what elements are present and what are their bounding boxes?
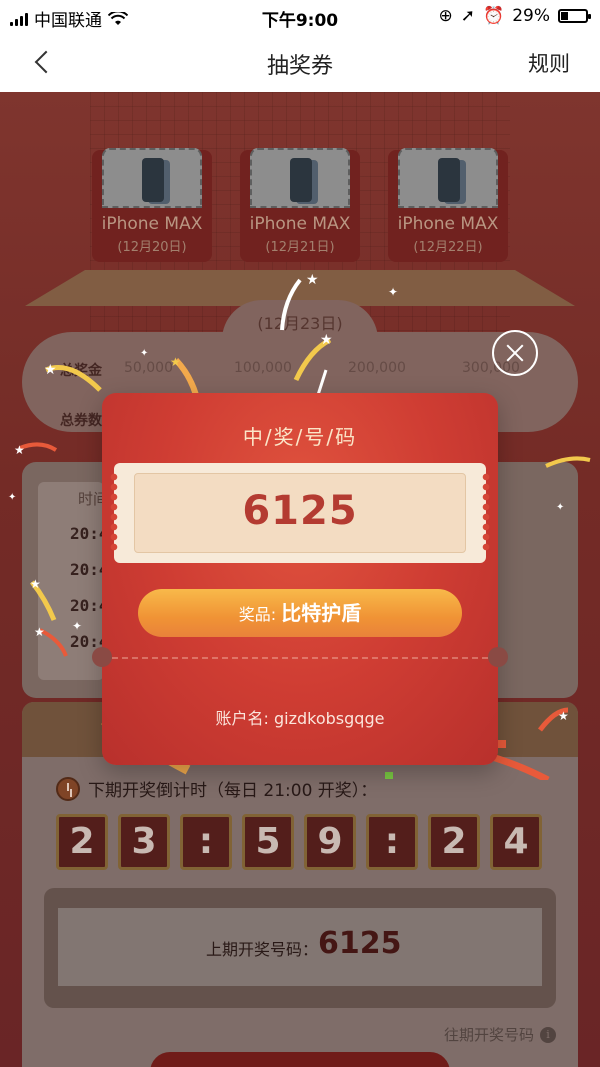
svg-text:✦: ✦ <box>72 619 82 633</box>
ticket-notch <box>488 647 508 667</box>
svg-text:★: ★ <box>306 272 319 288</box>
svg-text:✦: ✦ <box>140 348 148 359</box>
page-title: 抽奖券 <box>266 54 333 79</box>
prize-value: 比特护盾 <box>281 601 362 625</box>
ticket-inner: 6125 <box>134 473 466 553</box>
svg-text:★: ★ <box>44 362 57 378</box>
battery-percent: 29% <box>512 6 550 26</box>
winning-number-modal: 中/奖/号/码 6125 奖品: 比特护盾 账户名: gizdkobsgqge <box>92 393 508 765</box>
ticket-notch <box>92 647 112 667</box>
location-icon: ➚ <box>460 6 476 26</box>
svg-text:★: ★ <box>14 443 25 457</box>
winning-number: 6125 <box>242 488 358 534</box>
svg-text:★: ★ <box>320 332 333 348</box>
ticket: 6125 <box>110 463 490 563</box>
nav-bar: 抽奖券 规则 <box>0 32 600 92</box>
prize-label: 奖品: <box>238 605 282 624</box>
svg-text:★: ★ <box>30 577 41 591</box>
account-name: 账户名: gizdkobsgqge <box>215 709 385 728</box>
modal-title: 中/奖/号/码 <box>242 425 358 449</box>
battery-icon <box>558 9 591 23</box>
svg-text:✦: ✦ <box>556 502 564 513</box>
close-modal-button[interactable] <box>492 330 538 376</box>
svg-text:★: ★ <box>170 355 181 369</box>
svg-text:✦: ✦ <box>388 285 398 299</box>
prize-button[interactable]: 奖品: 比特护盾 <box>138 589 462 637</box>
svg-text:★: ★ <box>558 709 569 723</box>
rules-link[interactable]: 规则 <box>528 48 570 78</box>
svg-text:★: ★ <box>34 625 45 639</box>
status-right: ⊕ ➚ ⏰ 29% <box>438 6 591 26</box>
dashed-divider <box>102 657 498 659</box>
rotation-lock-icon: ⊕ <box>438 6 453 26</box>
svg-text:✦: ✦ <box>8 492 16 503</box>
alarm-status-icon: ⏰ <box>483 6 505 26</box>
status-bar: 中国联通 下午9:00 ⊕ ➚ ⏰ 29% <box>0 0 600 32</box>
